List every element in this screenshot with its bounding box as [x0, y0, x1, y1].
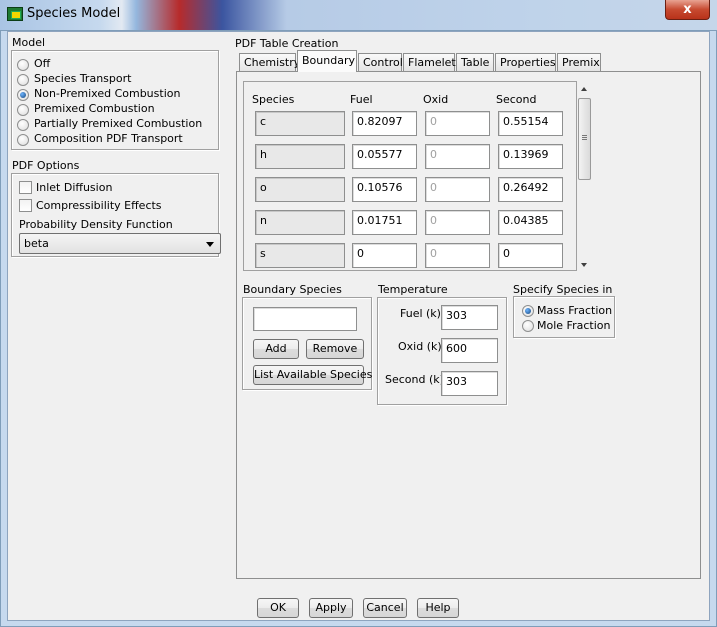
model-option-label: Species Transport [34, 72, 132, 85]
pdf-function-label: Probability Density Function [19, 218, 173, 231]
boundary-species-label: Boundary Species [243, 283, 342, 296]
dialog-body: Model Off Species Transport Non-Premixed… [7, 31, 710, 621]
species-cell: c [255, 111, 345, 136]
remove-button[interactable]: Remove [306, 339, 364, 359]
tab-table[interactable]: Table [456, 53, 494, 71]
mass-fraction-label: Mass Fraction [537, 304, 613, 317]
radio-icon[interactable] [522, 320, 534, 332]
fuel-temp-input[interactable]: 303 [441, 305, 498, 330]
second-input[interactable]: 0 [498, 243, 563, 268]
list-available-species-button[interactable]: List Available Species [253, 365, 372, 385]
second-input[interactable]: 0.04385 [498, 210, 563, 235]
oxid-input: 0 [425, 243, 490, 268]
second-temp-input[interactable]: 303 [441, 371, 498, 396]
species-cell: h [255, 144, 345, 169]
scroll-up-icon[interactable] [581, 87, 587, 91]
tab-properties[interactable]: Properties [495, 53, 556, 71]
boundary-table: Species Fuel Oxid Second c 0.82097 0 0.5… [243, 81, 577, 271]
model-option-label: Partially Premixed Combustion [34, 117, 203, 130]
grip-line [582, 135, 587, 136]
header-oxid: Oxid [423, 93, 449, 106]
header-fuel: Fuel [350, 93, 373, 106]
oxid-input: 0 [425, 210, 490, 235]
pdf-options-group: Inlet Diffusion Compressibility Effects … [11, 173, 221, 257]
oxid-temp-input[interactable]: 600 [441, 338, 498, 363]
specify-species-group: Mass Fraction Mole Fraction [513, 296, 615, 338]
radio-selected-icon[interactable] [17, 89, 29, 101]
scroll-down-icon[interactable] [581, 263, 587, 267]
tab-flamelet[interactable]: Flamelet [403, 53, 456, 71]
inlet-diffusion-label: Inlet Diffusion [36, 181, 113, 194]
window-title: Species Model [27, 6, 121, 21]
second-input[interactable]: 0.55154 [498, 111, 563, 136]
model-option-label: Non-Premixed Combustion [34, 87, 181, 100]
inlet-diffusion-checkbox[interactable] [19, 181, 32, 194]
grip-line [582, 139, 587, 140]
species-cell: n [255, 210, 345, 235]
table-scrollbar[interactable] [577, 83, 592, 271]
title-bar[interactable]: Species Model x [0, 0, 717, 30]
tab-premix[interactable]: Premix [557, 53, 601, 71]
oxid-input: 0 [425, 111, 490, 136]
model-option-label: Composition PDF Transport [34, 132, 183, 145]
apply-button[interactable]: Apply [309, 598, 353, 618]
mole-fraction-label: Mole Fraction [537, 319, 611, 332]
chevron-down-icon [206, 242, 214, 247]
specify-species-label: Specify Species in [513, 283, 613, 296]
model-group: Off Species Transport Non-Premixed Combu… [11, 50, 219, 150]
ok-button[interactable]: OK [257, 598, 299, 618]
species-cell: s [255, 243, 345, 268]
tab-chemistry[interactable]: Chemistry [239, 53, 300, 71]
header-species: Species [252, 93, 295, 106]
radio-icon[interactable] [17, 74, 29, 86]
radio-icon[interactable] [17, 134, 29, 146]
species-model-window: Species Model x Model Off Species Transp… [0, 0, 717, 627]
temperature-group: Fuel (k) 303 Oxid (k) 600 Second (k) 303 [377, 297, 507, 405]
radio-icon[interactable] [17, 119, 29, 131]
compressibility-label: Compressibility Effects [36, 199, 162, 212]
fuel-input[interactable]: 0.82097 [352, 111, 417, 136]
model-group-label: Model [12, 36, 46, 49]
oxid-temp-label: Oxid (k) [398, 340, 442, 353]
header-second: Second [496, 93, 537, 106]
close-button[interactable]: x [665, 0, 710, 20]
model-option-label: Off [34, 57, 51, 70]
radio-icon[interactable] [17, 59, 29, 71]
oxid-input: 0 [425, 177, 490, 202]
oxid-input: 0 [425, 144, 490, 169]
grip-line [582, 137, 587, 138]
pdf-options-label: PDF Options [12, 159, 80, 172]
cancel-button[interactable]: Cancel [363, 598, 407, 618]
pdf-function-value: beta [24, 237, 49, 250]
fuel-input[interactable]: 0.05577 [352, 144, 417, 169]
fuel-input[interactable]: 0.01751 [352, 210, 417, 235]
second-input[interactable]: 0.26492 [498, 177, 563, 202]
model-option-label: Premixed Combustion [34, 102, 155, 115]
add-button[interactable]: Add [253, 339, 299, 359]
temperature-label: Temperature [378, 283, 448, 296]
boundary-species-input[interactable] [253, 307, 357, 331]
app-icon [7, 7, 23, 21]
radio-icon[interactable] [17, 104, 29, 116]
pdf-function-select[interactable]: beta [19, 233, 221, 254]
fuel-input[interactable]: 0 [352, 243, 417, 268]
second-temp-label: Second (k) [385, 373, 444, 386]
species-cell: o [255, 177, 345, 202]
boundary-species-group: Add Remove List Available Species [242, 297, 372, 390]
compressibility-checkbox[interactable] [19, 199, 32, 212]
second-input[interactable]: 0.13969 [498, 144, 563, 169]
help-button[interactable]: Help [417, 598, 459, 618]
tab-boundary[interactable]: Boundary [297, 50, 357, 72]
tab-control[interactable]: Control [358, 53, 403, 71]
fuel-input[interactable]: 0.10576 [352, 177, 417, 202]
radio-selected-icon[interactable] [522, 305, 534, 317]
scroll-thumb[interactable] [578, 98, 591, 180]
pdf-table-label: PDF Table Creation [235, 37, 339, 50]
fuel-temp-label: Fuel (k) [400, 307, 441, 320]
